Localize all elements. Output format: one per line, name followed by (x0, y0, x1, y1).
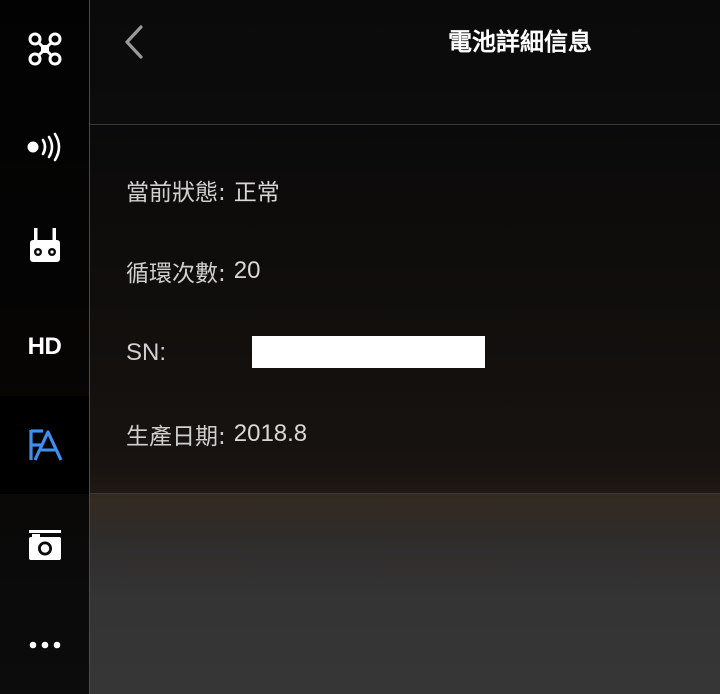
sidebar: HD (0, 0, 90, 694)
cycle-count-value: 20 (233, 257, 261, 284)
sidebar-item-remote[interactable] (0, 196, 89, 294)
status-label: 當前狀態: (126, 180, 226, 206)
sidebar-item-signal[interactable] (0, 98, 89, 196)
sidebar-item-more[interactable] (0, 596, 89, 694)
more-icon (29, 641, 60, 649)
cycle-count-row: 循環次數: 20 (126, 251, 260, 291)
drone-icon (28, 32, 61, 66)
battery-detail-panel: 電池詳細信息 當前狀態: 正常 循環次數: 20 SN: 生產日期: 2018.… (90, 0, 720, 694)
chevron-left-icon (125, 25, 143, 59)
battery-a-icon (28, 429, 62, 461)
cycle-count-label: 循環次數: (126, 261, 226, 287)
camera-icon (28, 530, 61, 560)
manufacture-date-label: 生產日期: (126, 424, 226, 450)
serial-number-redacted (252, 336, 485, 368)
status-value: 正常 (233, 180, 280, 206)
signal-icon (27, 132, 60, 162)
header: 電池詳細信息 (90, 0, 720, 125)
sidebar-item-camera[interactable] (0, 496, 89, 594)
remote-controller-icon (29, 228, 60, 262)
manufacture-date-row: 生產日期: 2018.8 (126, 414, 307, 454)
sidebar-item-battery[interactable] (0, 396, 89, 494)
serial-number-label: SN: (126, 339, 167, 366)
back-button[interactable] (114, 20, 154, 64)
status-row: 當前狀態: 正常 (126, 170, 280, 210)
sidebar-item-hd[interactable]: HD (0, 298, 89, 396)
manufacture-date-value: 2018.8 (233, 420, 308, 447)
page-title: 電池詳細信息 (448, 28, 592, 56)
sidebar-item-aircraft[interactable] (0, 0, 89, 98)
battery-info-list: 當前狀態: 正常 循環次數: 20 SN: 生產日期: 2018.8 (90, 125, 720, 494)
hd-label: HD (27, 333, 62, 360)
serial-number-row: SN: (126, 333, 166, 373)
